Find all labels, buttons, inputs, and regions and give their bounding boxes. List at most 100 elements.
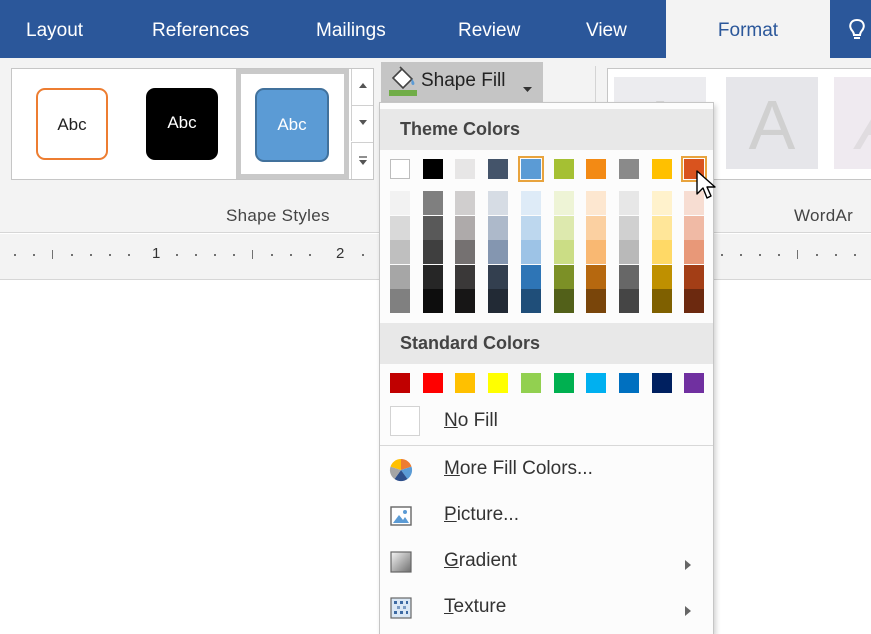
shape-style-option[interactable]: Abc — [255, 88, 329, 162]
theme-shade-swatch[interactable] — [684, 215, 705, 240]
picture-icon — [389, 504, 413, 528]
theme-shade-swatch[interactable] — [390, 264, 410, 289]
ruler-tick — [233, 254, 235, 256]
standard-color-swatch[interactable] — [488, 373, 509, 393]
gradient-item[interactable]: Gradient — [380, 539, 713, 585]
theme-shade-swatch[interactable] — [553, 240, 574, 265]
theme-shade-swatch[interactable] — [455, 264, 476, 289]
tab-layout[interactable]: Layout — [26, 0, 83, 58]
theme-shade-swatch[interactable] — [651, 215, 672, 240]
shape-style-option[interactable]: Abc — [146, 88, 218, 160]
theme-shade-swatch[interactable] — [586, 289, 607, 314]
gallery-scroll-down-button[interactable] — [351, 105, 373, 141]
theme-color-swatch[interactable] — [517, 156, 544, 182]
theme-shade-swatch[interactable] — [422, 240, 443, 265]
theme-shade-swatch[interactable] — [586, 264, 607, 289]
theme-shade-swatch[interactable] — [651, 264, 672, 289]
standard-color-swatch[interactable] — [553, 373, 574, 393]
standard-color-swatch[interactable] — [390, 373, 410, 393]
theme-shade-swatch[interactable] — [553, 264, 574, 289]
theme-shade-swatch[interactable] — [520, 191, 541, 215]
standard-colors-heading: Standard Colors — [380, 323, 713, 364]
theme-shade-swatch[interactable] — [618, 240, 639, 265]
ruler-tick — [109, 254, 111, 256]
theme-shade-swatch[interactable] — [618, 264, 639, 289]
theme-shade-swatch[interactable] — [488, 215, 509, 240]
lightbulb-icon[interactable] — [846, 18, 868, 42]
theme-shade-swatch[interactable] — [553, 191, 574, 215]
theme-shade-swatch[interactable] — [422, 289, 443, 314]
tab-view[interactable]: View — [586, 0, 627, 58]
gallery-more-button[interactable] — [351, 142, 373, 179]
tab-format[interactable]: Format — [666, 0, 830, 60]
theme-shade-swatch[interactable] — [684, 240, 705, 265]
theme-shade-swatch[interactable] — [618, 191, 639, 215]
theme-shade-swatch[interactable] — [488, 191, 509, 215]
standard-color-swatch[interactable] — [520, 373, 541, 393]
no-fill-option[interactable]: No Fill — [380, 399, 713, 445]
theme-shade-swatch[interactable] — [618, 289, 639, 314]
shape-style-selected-frame[interactable]: Abc — [236, 69, 349, 179]
theme-shade-swatch[interactable] — [422, 264, 443, 289]
theme-shade-swatch[interactable] — [455, 289, 476, 314]
theme-shade-swatch[interactable] — [618, 215, 639, 240]
standard-color-swatch[interactable] — [684, 373, 705, 393]
theme-shade-swatch[interactable] — [586, 215, 607, 240]
texture-item[interactable]: Texture — [380, 585, 713, 631]
theme-color-swatch[interactable] — [553, 159, 574, 179]
tab-references[interactable]: References — [152, 0, 249, 58]
theme-shade-swatch[interactable] — [488, 264, 509, 289]
theme-shade-swatch[interactable] — [651, 240, 672, 265]
theme-shade-swatch[interactable] — [455, 240, 476, 265]
theme-shade-swatch[interactable] — [520, 289, 541, 314]
standard-color-swatch[interactable] — [651, 373, 672, 393]
theme-shade-swatch[interactable] — [390, 240, 410, 265]
theme-shade-swatch[interactable] — [488, 240, 509, 265]
theme-color-swatch[interactable] — [422, 159, 443, 179]
theme-shade-swatch[interactable] — [553, 215, 574, 240]
ruler-tick — [128, 254, 130, 256]
theme-color-swatch[interactable] — [618, 159, 639, 179]
standard-color-swatch[interactable] — [586, 373, 607, 393]
theme-color-swatch[interactable] — [586, 159, 607, 179]
word-window: Layout References Mailings Review View F… — [0, 0, 871, 634]
theme-shade-swatch[interactable] — [455, 215, 476, 240]
theme-shade-swatch[interactable] — [390, 289, 410, 314]
tab-review[interactable]: Review — [458, 0, 520, 58]
shape-style-option[interactable]: Abc — [36, 88, 108, 160]
shape-fill-button[interactable]: Shape Fill — [381, 62, 543, 102]
theme-shade-swatch[interactable] — [586, 240, 607, 265]
standard-color-swatch[interactable] — [455, 373, 476, 393]
theme-shade-swatch[interactable] — [586, 191, 607, 215]
ruler-tick — [71, 254, 73, 256]
standard-color-swatch[interactable] — [618, 373, 639, 393]
theme-shade-swatch[interactable] — [651, 289, 672, 314]
theme-shade-swatch[interactable] — [684, 264, 705, 289]
theme-color-swatch[interactable] — [455, 159, 476, 179]
theme-shade-swatch[interactable] — [422, 215, 443, 240]
theme-shade-swatch[interactable] — [684, 289, 705, 314]
standard-color-swatch[interactable] — [422, 373, 443, 393]
theme-color-swatch[interactable] — [390, 159, 410, 179]
more-fill-colors-item[interactable]: More Fill Colors... — [380, 447, 713, 493]
wordart-style-option[interactable]: A — [834, 77, 871, 169]
theme-shade-swatch[interactable] — [520, 215, 541, 240]
theme-color-swatch[interactable] — [651, 159, 672, 179]
theme-shade-swatch[interactable] — [455, 191, 476, 215]
ruler-tick — [362, 254, 364, 256]
theme-shade-swatch[interactable] — [488, 289, 509, 314]
picture-item[interactable]: Picture... — [380, 493, 713, 539]
no-fill-swatch — [390, 406, 420, 436]
theme-color-swatch[interactable] — [488, 159, 509, 179]
theme-shade-swatch[interactable] — [422, 191, 443, 215]
gallery-scroll-up-button[interactable] — [351, 69, 373, 105]
theme-shade-swatch[interactable] — [520, 240, 541, 265]
theme-shade-swatch[interactable] — [390, 215, 410, 240]
theme-shade-swatch[interactable] — [553, 289, 574, 314]
theme-colors-heading: Theme Colors — [380, 109, 713, 150]
theme-shade-swatch[interactable] — [390, 191, 410, 215]
tab-mailings[interactable]: Mailings — [316, 0, 386, 58]
wordart-style-option[interactable]: A — [726, 77, 818, 169]
theme-shade-swatch[interactable] — [520, 264, 541, 289]
theme-shade-swatch[interactable] — [651, 191, 672, 215]
